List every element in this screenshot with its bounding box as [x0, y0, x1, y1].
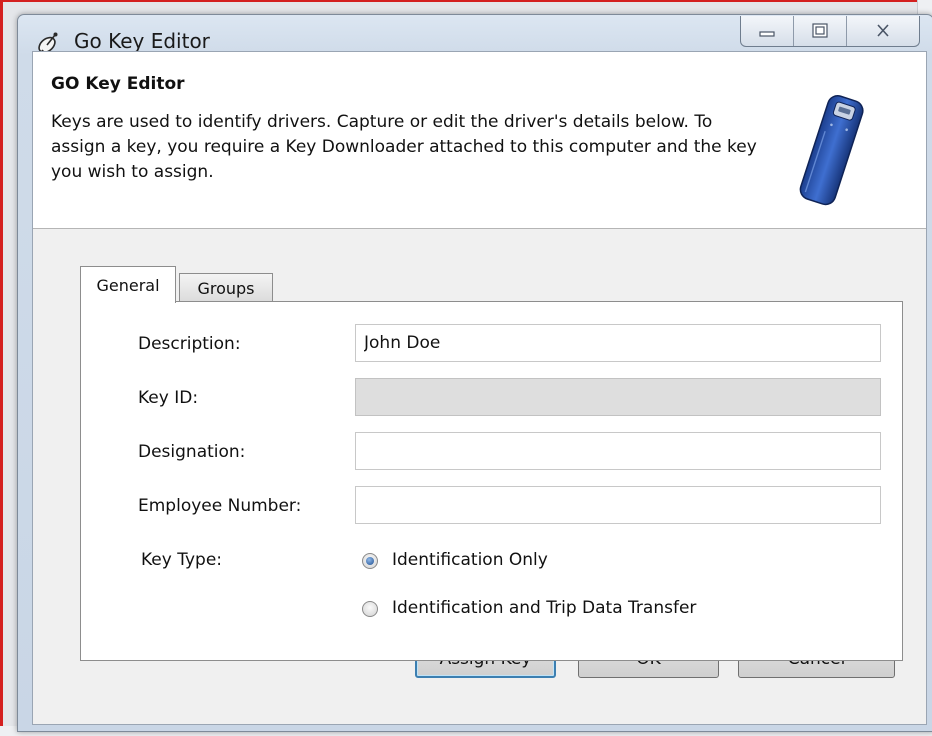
identification-only-label[interactable]: Identification Only — [392, 550, 548, 570]
dialog-client-area: GO Key Editor Keys are used to identify … — [32, 51, 927, 725]
close-button[interactable] — [847, 16, 919, 46]
key-type-label: Key Type: — [141, 550, 222, 570]
description-label: Description: — [138, 334, 241, 354]
usb-key-icon — [799, 95, 864, 206]
identification-trip-transfer-radio[interactable] — [362, 601, 378, 617]
header-description: Keys are used to identify drivers. Captu… — [51, 112, 757, 182]
maximize-icon — [812, 23, 828, 38]
description-field[interactable] — [355, 324, 881, 362]
designation-field[interactable] — [355, 432, 881, 470]
go-key-editor-window: Go Key Editor GO Key Editor Keys are use… — [17, 14, 932, 732]
header-panel: GO Key Editor Keys are used to identify … — [33, 52, 926, 229]
designation-label: Designation: — [138, 442, 246, 462]
backdrop-red-edge-top — [0, 0, 932, 2]
tab-groups[interactable]: Groups — [179, 273, 273, 303]
minimize-icon — [759, 31, 775, 37]
close-icon — [877, 24, 889, 37]
employee-number-label: Employee Number: — [138, 496, 302, 516]
identification-trip-transfer-label[interactable]: Identification and Trip Data Transfer — [392, 598, 696, 618]
identification-only-radio[interactable] — [362, 553, 378, 569]
minimize-button[interactable] — [741, 16, 794, 46]
general-tab-panel: Description: Key ID: Designation: Employ… — [80, 301, 903, 661]
header-title: GO Key Editor — [51, 74, 185, 94]
key-id-field — [355, 378, 881, 416]
key-id-label: Key ID: — [138, 388, 199, 408]
backdrop-red-edge-left — [0, 0, 3, 736]
maximize-button[interactable] — [794, 16, 847, 46]
employee-number-field[interactable] — [355, 486, 881, 524]
window-title: Go Key Editor — [74, 29, 210, 53]
caption-buttons — [740, 16, 920, 47]
tab-general[interactable]: General — [80, 266, 176, 303]
